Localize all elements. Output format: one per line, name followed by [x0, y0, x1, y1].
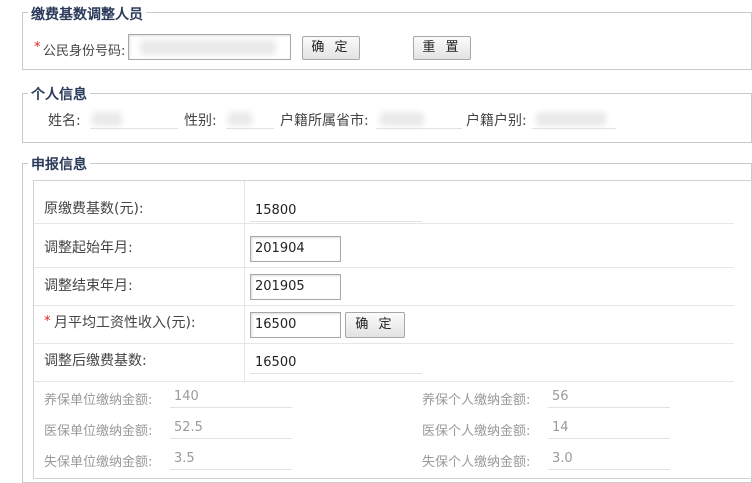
row-separator: [34, 267, 734, 268]
id-confirm-button[interactable]: 确 定: [302, 36, 360, 60]
declaration-legend: 申报信息: [28, 154, 90, 174]
adjust-person-legend: 缴费基数调整人员: [28, 4, 146, 24]
income-input[interactable]: 16500: [250, 312, 341, 338]
medical-unit-value: 52.5: [174, 420, 203, 435]
pension-unit-underline: [170, 407, 292, 408]
unemp-person-value: 3.0: [552, 451, 573, 466]
pension-person-value: 56: [552, 389, 569, 404]
reset-button[interactable]: 重 置: [413, 36, 471, 60]
unemp-unit-value: 3.5: [174, 451, 195, 466]
gender-value-redacted: [228, 112, 252, 126]
medical-person-label: 医保个人缴纳金额:: [422, 424, 531, 439]
huji-type-value-redacted: [536, 112, 606, 126]
medical-person-underline: [548, 438, 670, 439]
orig-base-underline: [250, 221, 422, 222]
pension-unit-label: 养保单位缴纳金额:: [44, 393, 153, 408]
income-confirm-button[interactable]: 确 定: [345, 312, 405, 338]
unemp-person-label: 失保个人缴纳金额:: [422, 455, 531, 470]
name-underline: [90, 128, 178, 129]
unemp-person-underline: [548, 469, 670, 470]
id-number-redacted: [140, 40, 276, 55]
unemp-unit-underline: [170, 469, 292, 470]
pension-person-underline: [548, 407, 670, 408]
province-value-redacted: [380, 112, 424, 126]
start-month-input[interactable]: 201904: [250, 236, 341, 262]
row-separator: [34, 381, 734, 382]
new-base-label: 调整后缴费基数:: [44, 353, 147, 369]
orig-base-value: 15800: [255, 203, 297, 218]
pension-unit-value: 140: [174, 389, 199, 404]
medical-person-value: 14: [552, 420, 569, 435]
unemp-unit-label: 失保单位缴纳金额:: [44, 455, 153, 470]
column-divider: [244, 181, 245, 381]
name-label: 姓名:: [48, 113, 81, 129]
huji-type-underline: [532, 128, 616, 129]
huji-type-label: 户籍户别:: [466, 113, 527, 129]
id-number-label: 公民身份号码:: [43, 44, 126, 59]
pension-person-label: 养保个人缴纳金额:: [422, 393, 531, 408]
gender-underline: [226, 128, 274, 129]
end-month-input[interactable]: 201905: [250, 274, 341, 300]
row-separator: [34, 343, 734, 344]
province-underline: [376, 128, 462, 129]
new-base-value: 16500: [255, 355, 297, 370]
personal-info-legend: 个人信息: [28, 84, 90, 104]
row-separator: [34, 305, 734, 306]
medical-unit-label: 医保单位缴纳金额:: [44, 424, 153, 439]
income-required-mark: *: [44, 314, 51, 329]
province-label: 户籍所属省市:: [280, 113, 369, 129]
end-month-label: 调整结束年月:: [44, 278, 133, 294]
new-base-underline: [250, 373, 422, 374]
row-separator: [34, 223, 734, 224]
orig-base-label: 原缴费基数(元):: [44, 201, 144, 217]
medical-unit-underline: [170, 438, 292, 439]
required-mark: *: [34, 40, 41, 55]
gender-label: 性别:: [184, 113, 217, 129]
name-value-redacted: [92, 112, 122, 126]
start-month-label: 调整起始年月:: [44, 240, 133, 256]
income-label: 月平均工资性收入(元):: [54, 315, 196, 331]
